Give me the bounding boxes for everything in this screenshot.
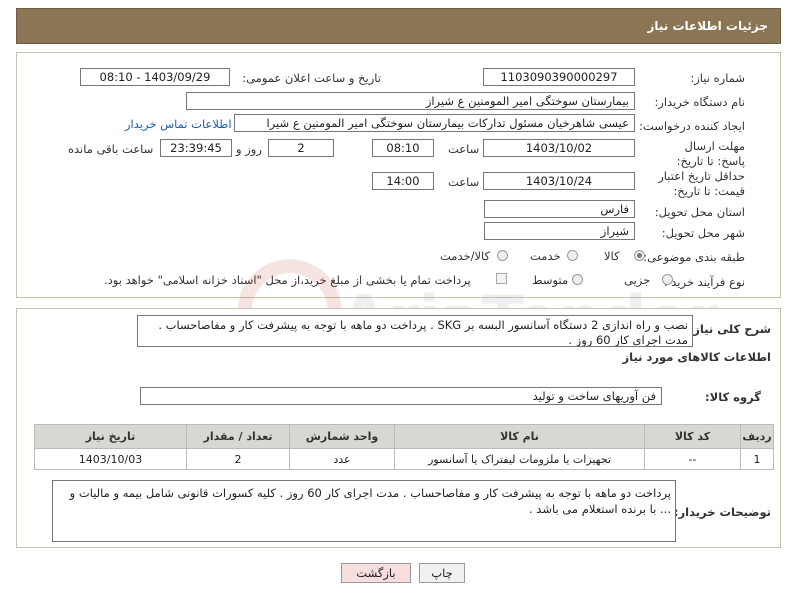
days-label: روز و	[236, 142, 262, 156]
back-button[interactable]: بازگشت	[341, 563, 411, 583]
treasury-payment-checkbox[interactable]	[496, 273, 507, 284]
table-header-row: ردیف کد کالا نام کالا واحد شمارش تعداد /…	[34, 424, 774, 449]
remaining-days-field: 2	[268, 139, 334, 157]
col-date-header: تاریخ نیاز	[34, 424, 187, 449]
city-label: شهر محل تحویل:	[661, 226, 745, 240]
goods-group-label: گروه کالا:	[705, 390, 761, 404]
page-title: جزئیات اطلاعات نیاز	[647, 19, 768, 33]
reply-time-field: 08:10	[372, 139, 434, 157]
province-label: استان محل تحویل:	[654, 205, 745, 219]
goods-info-title: اطلاعات کالاهای مورد نیاز	[622, 350, 771, 364]
col-code-header: کد کالا	[644, 424, 741, 449]
goods-table: ردیف کد کالا نام کالا واحد شمارش تعداد /…	[34, 424, 774, 470]
category-option-goods-service: کالا/خدمت	[440, 249, 491, 263]
col-unit-header: واحد شمارش	[289, 424, 395, 449]
buyer-notes-field: پرداخت دو ماهه با توجه به پیشرفت کار و م…	[52, 480, 676, 542]
col-quantity-header: تعداد / مقدار	[186, 424, 290, 449]
price-validity-time-label: ساعت	[448, 175, 480, 189]
treasury-payment-note: پرداخت تمام یا بخشی از مبلغ خرید،از محل …	[104, 273, 471, 287]
buyer-field: بیمارستان سوختگی امیر المومنین ع شیراز	[186, 92, 635, 110]
description-field: نصب و راه اندازی 2 دستگاه آسانسور البسه …	[137, 315, 693, 347]
process-option-medium: متوسط	[532, 273, 569, 287]
creator-label: ایجاد کننده درخواست:	[639, 119, 745, 133]
remaining-time-label: ساعت باقی مانده	[68, 142, 154, 156]
cell-quantity: 2	[186, 448, 290, 470]
city-field: شیراز	[484, 222, 635, 240]
buyer-contact-link[interactable]: اطلاعات تماس خریدار	[125, 117, 232, 131]
col-name-header: نام کالا	[394, 424, 645, 449]
category-radio-goods[interactable]	[634, 250, 645, 261]
buyer-notes-label: توضیحات خریدار:	[673, 505, 771, 519]
process-radio-minor[interactable]	[662, 274, 673, 285]
goods-group-field: فن آوریهای ساخت و تولید	[140, 387, 662, 405]
reply-date-field: 1403/10/02	[483, 139, 635, 157]
page-header: جزئیات اطلاعات نیاز	[16, 8, 781, 44]
need-number-field: 1103090390000297	[483, 68, 635, 86]
cell-row: 1	[740, 448, 774, 470]
announce-date-label: تاریخ و ساعت اعلان عمومی:	[242, 71, 381, 85]
category-radio-service[interactable]	[567, 250, 578, 261]
cell-unit: عدد	[289, 448, 395, 470]
cell-name: تجهیزات یا ملزومات لیفتراک یا آسانسور	[394, 448, 645, 470]
province-field: فارس	[484, 200, 635, 218]
category-label: طبقه بندی موضوعی:	[643, 250, 745, 264]
process-radio-medium[interactable]	[572, 274, 583, 285]
reply-time-label: ساعت	[448, 142, 480, 156]
process-option-minor: جزیی	[624, 273, 651, 287]
price-validity-time-field: 14:00	[372, 172, 434, 190]
category-option-service: خدمت	[530, 249, 561, 263]
price-validity-label: حداقل تاریخ اعتبار قیمت: تا تاریخ:	[658, 169, 745, 198]
price-validity-date-field: 1403/10/24	[483, 172, 635, 190]
announce-date-field: 1403/09/29 - 08:10	[80, 68, 230, 86]
need-number-label: شماره نیاز:	[690, 71, 745, 85]
print-button[interactable]: چاپ	[419, 563, 465, 583]
remaining-time-field: 23:39:45	[160, 139, 232, 157]
buyer-label: نام دستگاه خریدار:	[654, 95, 745, 109]
reply-deadline-label: مهلت ارسال پاسخ: تا تاریخ:	[676, 139, 745, 168]
col-row-header: ردیف	[740, 424, 774, 449]
cell-date: 1403/10/03	[34, 448, 187, 470]
cell-code: --	[644, 448, 741, 470]
table-row: 1 -- تجهیزات یا ملزومات لیفتراک یا آسانس…	[34, 448, 774, 470]
category-option-goods: کالا	[604, 249, 620, 263]
description-label: شرح کلی نیاز:	[688, 322, 771, 336]
category-radio-goods-service[interactable]	[497, 250, 508, 261]
process-type-label: نوع فرآیند خرید :	[663, 275, 745, 289]
creator-field: عیسی شاهرخیان مسئول تدارکات بیمارستان سو…	[234, 114, 635, 132]
